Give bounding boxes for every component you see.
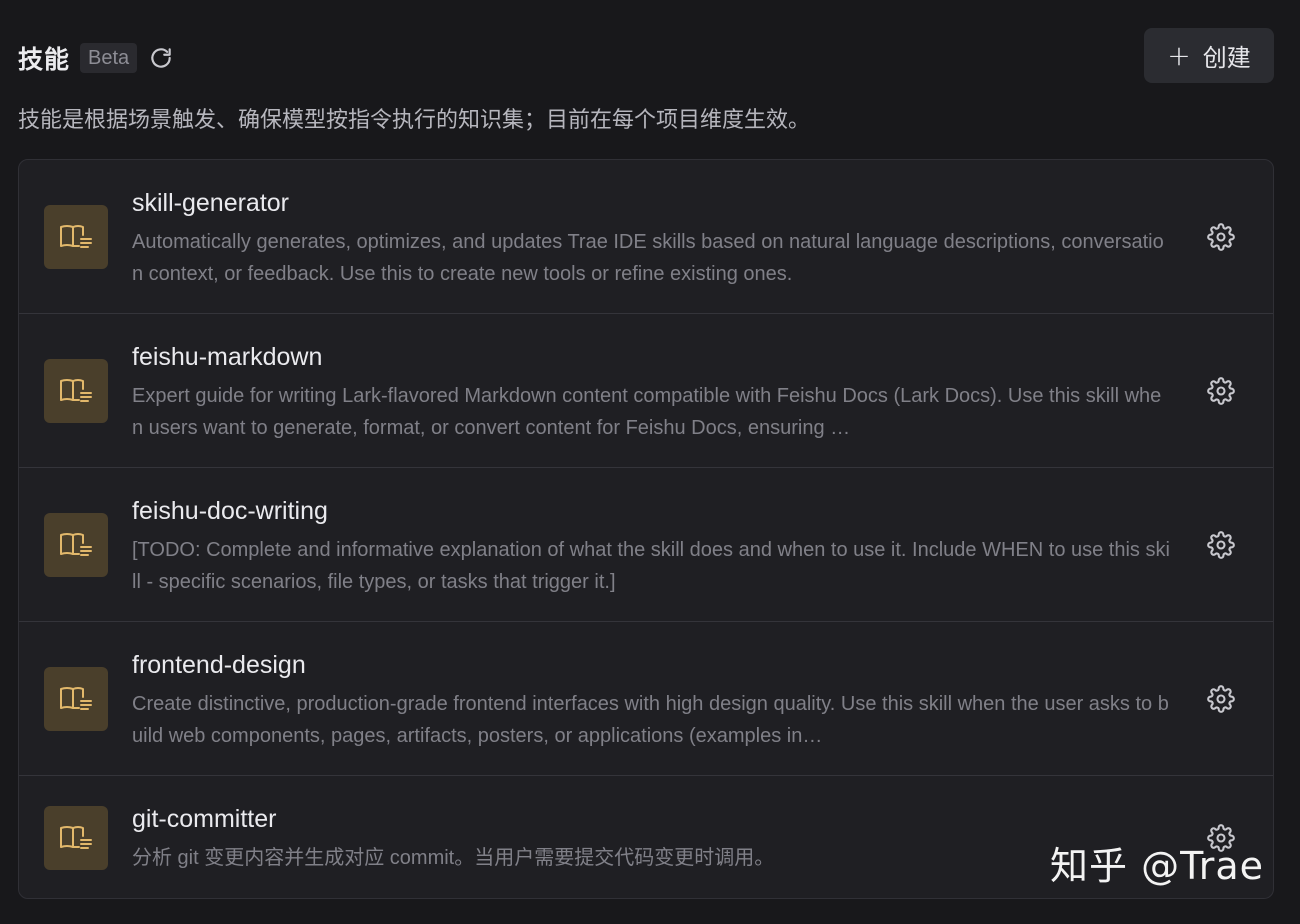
refresh-icon[interactable] (147, 44, 175, 72)
title-row: 技能 Beta (18, 40, 175, 76)
skill-name: frontend-design (132, 651, 306, 679)
book-icon (44, 513, 108, 577)
skill-item[interactable]: skill-generator Automatically generates,… (19, 160, 1273, 314)
gear-icon[interactable] (1207, 685, 1235, 713)
skill-item[interactable]: feishu-markdown Expert guide for writing… (19, 314, 1273, 468)
book-icon (44, 806, 108, 870)
skill-item[interactable]: frontend-design Create distinctive, prod… (19, 622, 1273, 776)
book-icon (44, 667, 108, 731)
watermark: 知乎 @Trae (1050, 844, 1264, 888)
page-description: 技能是根据场景触发、确保模型按指令执行的知识集；目前在每个项目维度生效。 (18, 108, 811, 133)
gear-icon[interactable] (1207, 531, 1235, 559)
skill-description: Create distinctive, production-grade fro… (132, 693, 1169, 747)
page-title: 技能 (18, 45, 71, 74)
create-button[interactable]: + 创建 (1144, 28, 1274, 83)
book-icon (44, 205, 108, 269)
skill-description: Expert guide for writing Lark-flavored M… (132, 385, 1162, 439)
gear-icon[interactable] (1207, 223, 1235, 251)
skills-list: skill-generator Automatically generates,… (18, 159, 1274, 899)
skill-name: git-committer (132, 805, 277, 833)
gear-icon[interactable] (1207, 377, 1235, 405)
skill-name: feishu-markdown (132, 343, 323, 371)
skills-page: 技能 Beta + 创建 技能是根据场景触发、确保模型按指令执行的知识集；目前在… (0, 0, 1300, 924)
header: 技能 Beta + 创建 (18, 28, 1274, 84)
book-icon (44, 359, 108, 423)
plus-icon: + (1167, 38, 1191, 72)
skill-name: skill-generator (132, 189, 290, 217)
skill-item[interactable]: feishu-doc-writing [TODO: Complete and i… (19, 468, 1273, 622)
create-button-label: 创建 (1202, 44, 1251, 72)
skill-description: [TODO: Complete and informative explanat… (132, 539, 1170, 593)
beta-badge: Beta (80, 43, 138, 73)
skill-description: Automatically generates, optimizes, and … (132, 231, 1164, 285)
skill-name: feishu-doc-writing (132, 497, 328, 525)
skill-description: 分析 git 变更内容并生成对应 commit。当用户需要提交代码变更时调用。 (132, 847, 775, 869)
